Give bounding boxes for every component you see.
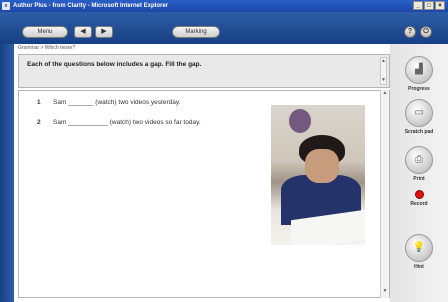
record-button[interactable]: Record	[390, 190, 448, 207]
app-toolbar: Menu ◀ ▶ Marking ? ⏻	[0, 12, 448, 44]
back-button[interactable]: ◀	[74, 26, 92, 38]
window-title: Author Plus - from Clarity - Microsoft I…	[13, 3, 169, 9]
maximize-button[interactable]: □	[424, 1, 434, 10]
breadcrumb: Grammar > Which tense?	[18, 45, 76, 51]
question-number: 2	[37, 119, 41, 126]
hint-button[interactable]: 💡 Hint	[390, 234, 448, 270]
instructions-panel: Each of the questions below includes a g…	[18, 54, 390, 88]
menu-button[interactable]: Menu	[22, 26, 68, 38]
print-button[interactable]: ⎙ Print	[390, 146, 448, 182]
scroll-up-icon[interactable]: ▲	[381, 58, 386, 65]
student-writing-photo	[271, 105, 365, 245]
left-decorative-stripe	[0, 44, 14, 302]
instructions-text: Each of the questions below includes a g…	[27, 61, 202, 68]
question-text[interactable]: Sam ___________ (watch) two videos so fa…	[53, 119, 201, 126]
notepad-icon: ▭	[405, 99, 433, 127]
window-title-bar: e Author Plus - from Clarity - Microsoft…	[0, 0, 448, 12]
question-row: 2 Sam ___________ (watch) two videos so …	[37, 119, 201, 126]
lightbulb-icon: 💡	[405, 234, 433, 262]
scroll-up-icon[interactable]: ▲	[381, 90, 389, 98]
help-button[interactable]: ?	[404, 26, 416, 38]
scratch-pad-button[interactable]: ▭ Scratch pad	[390, 99, 448, 135]
record-icon	[414, 190, 424, 199]
content-scrollbar[interactable]: ▲ ▼	[380, 90, 389, 298]
back-arrow-icon: ◀	[80, 28, 86, 35]
scroll-down-icon[interactable]: ▼	[381, 288, 389, 296]
close-button[interactable]: ×	[435, 1, 445, 10]
question-text[interactable]: Sam _______ (watch) two videos yesterday…	[53, 99, 180, 106]
exit-button[interactable]: ⏻	[420, 26, 432, 38]
question-number: 1	[37, 99, 41, 106]
progress-button[interactable]: ▟ Progress	[390, 56, 448, 92]
tools-sidebar: ▟ Progress ▭ Scratch pad ⎙ Print Record …	[390, 44, 448, 302]
exercise-panel: 1 Sam _______ (watch) two videos yesterd…	[18, 90, 390, 298]
forward-arrow-icon: ▶	[101, 28, 107, 35]
progress-chart-icon: ▟	[405, 56, 433, 84]
scroll-down-icon[interactable]: ▼	[381, 77, 386, 84]
printer-icon: ⎙	[405, 146, 433, 174]
minimize-button[interactable]: _	[413, 1, 423, 10]
ie-logo-icon: e	[2, 2, 10, 10]
window-controls: _ □ ×	[413, 1, 445, 10]
instructions-scrollbar[interactable]: ▲ ▼	[380, 57, 387, 85]
question-row: 1 Sam _______ (watch) two videos yesterd…	[37, 99, 180, 106]
marking-button[interactable]: Marking	[172, 26, 220, 38]
help-icon: ?	[407, 28, 413, 35]
forward-button[interactable]: ▶	[95, 26, 113, 38]
power-icon: ⏻	[423, 28, 429, 35]
